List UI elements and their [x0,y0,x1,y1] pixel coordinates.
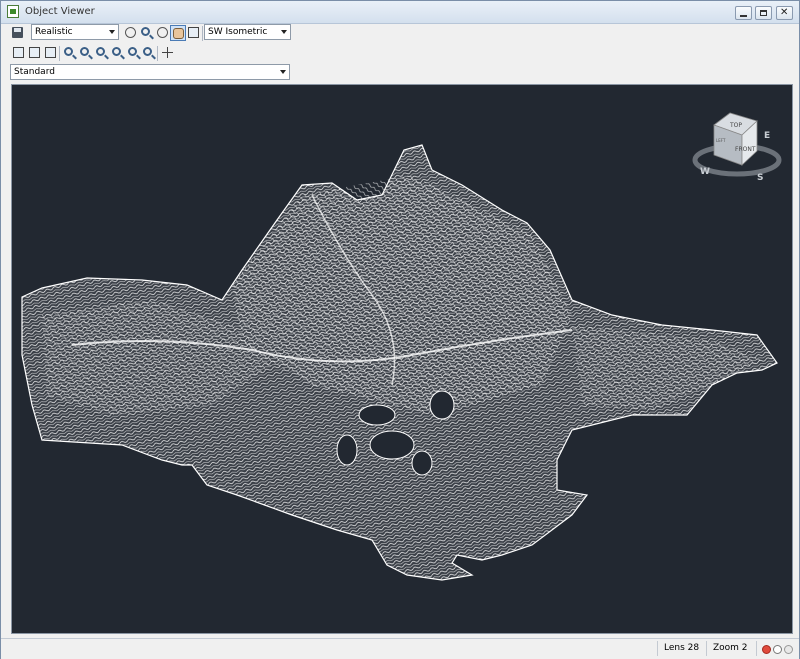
view-manager-button[interactable] [186,25,202,41]
chevron-down-icon [281,30,287,34]
status-gray-dot-icon[interactable] [784,645,793,654]
terrain-pit [369,430,415,460]
view-icon [188,27,199,38]
viewcube-front-label: FRONT [735,146,756,153]
minimize-button[interactable] [735,6,752,20]
window-title: Object Viewer [25,6,95,17]
chevron-down-icon [280,70,286,74]
zoom-in-button[interactable] [110,45,126,61]
terrain-contour-drawing: TOP FRONT LEFT W S E [21,112,782,581]
zoom-out-icon [128,47,137,56]
zoom-in-icon [112,47,121,56]
terrain-pit [336,434,358,466]
viewcube[interactable]: TOP FRONT LEFT W S E [692,112,782,183]
zoom-window-button[interactable] [62,45,78,61]
ucs-value: Standard [14,67,55,77]
split-viewport-icon [45,47,56,58]
viewport-copy-button[interactable] [27,45,43,61]
toolbar-row-3: Standard [3,64,799,84]
3d-viewport[interactable]: TOP FRONT LEFT W S E [11,84,793,634]
lens-status: Lens 28 [657,641,709,656]
compass-east-label: E [764,131,770,141]
zoom-icon [141,27,150,36]
zoom-realtime-button[interactable] [139,25,155,41]
separator [202,26,203,41]
zoom-dynamic-button[interactable] [78,45,94,61]
viewport-icon [13,47,24,58]
zoom-dynamic-icon [80,47,89,56]
zoom-status: Zoom 2 [706,641,758,656]
zoom-out-button[interactable] [126,45,142,61]
zoom-extents-icon [143,47,152,56]
ucs-select[interactable]: Standard [10,64,290,80]
compass-south-label: S [757,173,763,183]
terrain-pit [429,390,455,420]
viewcube-top-label: TOP [729,122,742,129]
separator [157,46,158,61]
toolbar-row-1: Realistic SW Isometric [3,24,799,44]
zoom-scale-button[interactable] [94,45,110,61]
status-white-dot-icon[interactable] [773,645,782,654]
viewcube-left-label: LEFT [716,138,726,143]
copy-viewport-icon [29,47,40,58]
chevron-down-icon [109,30,115,34]
maximize-icon [760,10,767,16]
viewport-single-button[interactable] [11,45,27,61]
terrain-pit [411,450,433,476]
crosshair-icon [162,47,173,58]
zoom-scale-icon [96,47,105,56]
camera-button[interactable] [155,25,171,41]
minimize-icon [740,15,747,17]
pan-button[interactable] [170,25,186,41]
view-preset-select[interactable]: SW Isometric [204,24,291,40]
title-bar: Object Viewer ✕ [1,1,799,24]
compass-west-label: W [700,167,710,177]
visual-style-value: Realistic [35,27,73,37]
viewport-split-button[interactable] [43,45,59,61]
orbit-button[interactable] [123,25,139,41]
pan-icon [173,28,184,39]
object-viewer-window: Object Viewer ✕ Realistic SW Isometric S… [0,0,800,659]
close-button[interactable]: ✕ [776,6,793,20]
save-icon [12,27,23,38]
toolbar-row-2 [3,44,799,64]
orbit-icon [125,27,136,38]
status-red-dot-icon[interactable] [762,645,771,654]
close-icon: ✕ [780,7,789,18]
terrain-pit [358,404,396,426]
separator [59,46,60,61]
pick-point-button[interactable] [160,45,176,61]
app-icon [7,5,19,18]
render-indicators [756,641,800,656]
save-button[interactable] [10,25,26,41]
maximize-button[interactable] [755,6,772,20]
camera-icon [157,27,168,38]
zoom-extents-button[interactable] [141,45,157,61]
view-preset-value: SW Isometric [208,27,268,37]
zoom-window-icon [64,47,73,56]
status-bar: Lens 28 Zoom 2 [1,638,799,659]
visual-style-select[interactable]: Realistic [31,24,119,40]
